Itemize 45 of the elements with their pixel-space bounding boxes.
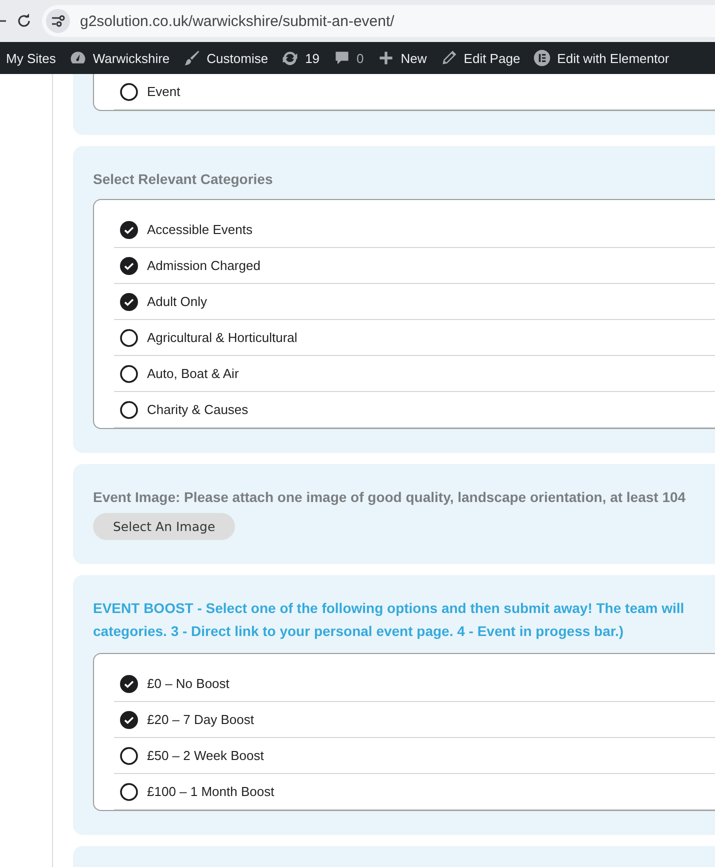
admin-bar-link[interactable]: My Sites — [6, 50, 56, 66]
radio-circle-icon[interactable] — [120, 82, 138, 100]
checked-circle-icon[interactable] — [120, 710, 138, 728]
option-label: £0 – No Boost — [147, 676, 230, 691]
site-settings-icon[interactable] — [46, 9, 70, 33]
admin-bar-link[interactable]: 19 — [281, 49, 320, 67]
option-label: Agricultural & Horticultural — [147, 330, 298, 345]
brush-icon — [182, 49, 201, 67]
admin-bar-link[interactable]: Edit with Elementor — [533, 49, 670, 67]
admin-bar-link[interactable]: New — [376, 49, 427, 67]
section-title: Select Relevant Categories — [93, 170, 274, 189]
admin-bar-link[interactable]: Warwickshire — [68, 49, 170, 67]
comment-icon — [332, 49, 351, 67]
checked-circle-icon[interactable] — [120, 256, 138, 274]
section-title: EVENT BOOST - Select one of the following options and then submit away! The team will — [93, 599, 686, 618]
admin-bar-link[interactable]: 0 — [332, 49, 364, 67]
pencil-icon — [440, 49, 458, 67]
option-label: Accessible Events — [147, 222, 252, 237]
checked-circle-icon[interactable] — [120, 220, 138, 238]
url-text: g2solution.co.uk/warwickshire/submit-an-event/ — [80, 12, 394, 30]
section-title: Event Image: Please attach one image of good quality, landscape orientation, at least 104 — [93, 488, 687, 507]
radio-circle-icon[interactable] — [120, 328, 138, 346]
section-title: categories. 3 - Direct link to your personal event page. 4 - Event in progess bar.) — [93, 622, 625, 641]
select-image-button[interactable]: Select An Image — [93, 513, 236, 540]
option-label: Admission Charged — [147, 258, 260, 273]
option-label: Charity & Causes — [147, 402, 248, 417]
admin-bar-link[interactable]: Customise — [182, 49, 268, 67]
reload-icon[interactable] — [16, 13, 32, 29]
option-label: £100 – 1 Month Boost — [147, 784, 274, 799]
radio-circle-icon[interactable] — [120, 746, 138, 764]
plus-icon — [376, 49, 395, 67]
option-label: Adult Only — [147, 294, 207, 309]
radio-circle-icon[interactable] — [120, 400, 138, 418]
option-label: Event — [147, 84, 180, 99]
address-bar[interactable]: g2solution.co.uk/warwickshire/submit-an-event/ — [42, 5, 715, 37]
elementor-logo-icon — [533, 49, 552, 67]
option-label: Auto, Boat & Air — [147, 366, 239, 381]
checked-circle-icon[interactable] — [120, 674, 138, 692]
refresh-icon — [281, 49, 300, 67]
radio-circle-icon[interactable] — [120, 364, 138, 382]
checked-circle-icon[interactable] — [120, 292, 138, 310]
option-label: £50 – 2 Week Boost — [147, 748, 264, 763]
option-label: £20 – 7 Day Boost — [147, 712, 254, 727]
radio-circle-icon[interactable] — [120, 782, 138, 800]
admin-bar-link[interactable]: Edit Page — [440, 49, 520, 67]
